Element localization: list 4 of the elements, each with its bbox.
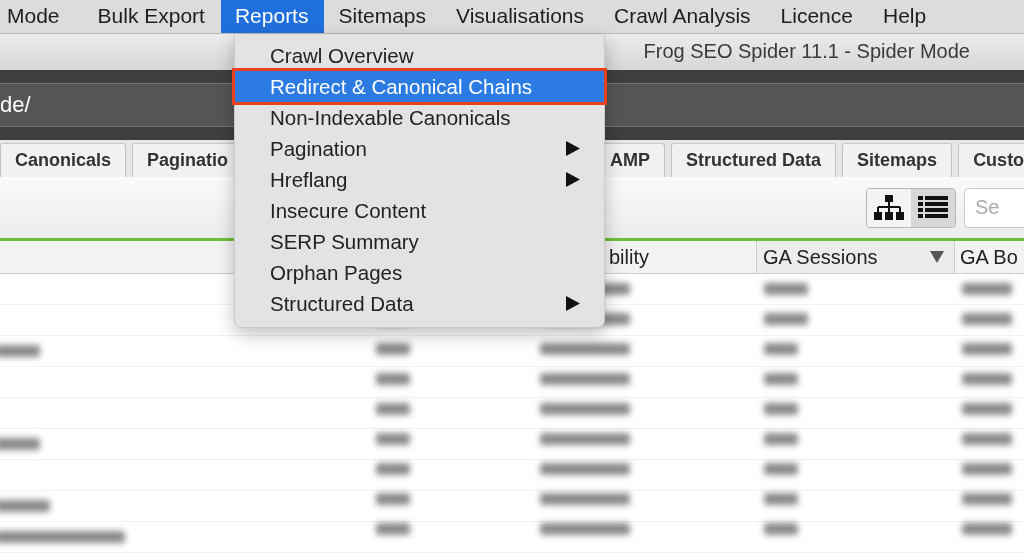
column-title: GA Sessions	[763, 245, 878, 269]
window-title: Frog SEO Spider 11.1 - Spider Mode	[643, 40, 970, 64]
column-title: GA Bo	[960, 245, 1018, 269]
column-title: bility	[609, 245, 649, 269]
